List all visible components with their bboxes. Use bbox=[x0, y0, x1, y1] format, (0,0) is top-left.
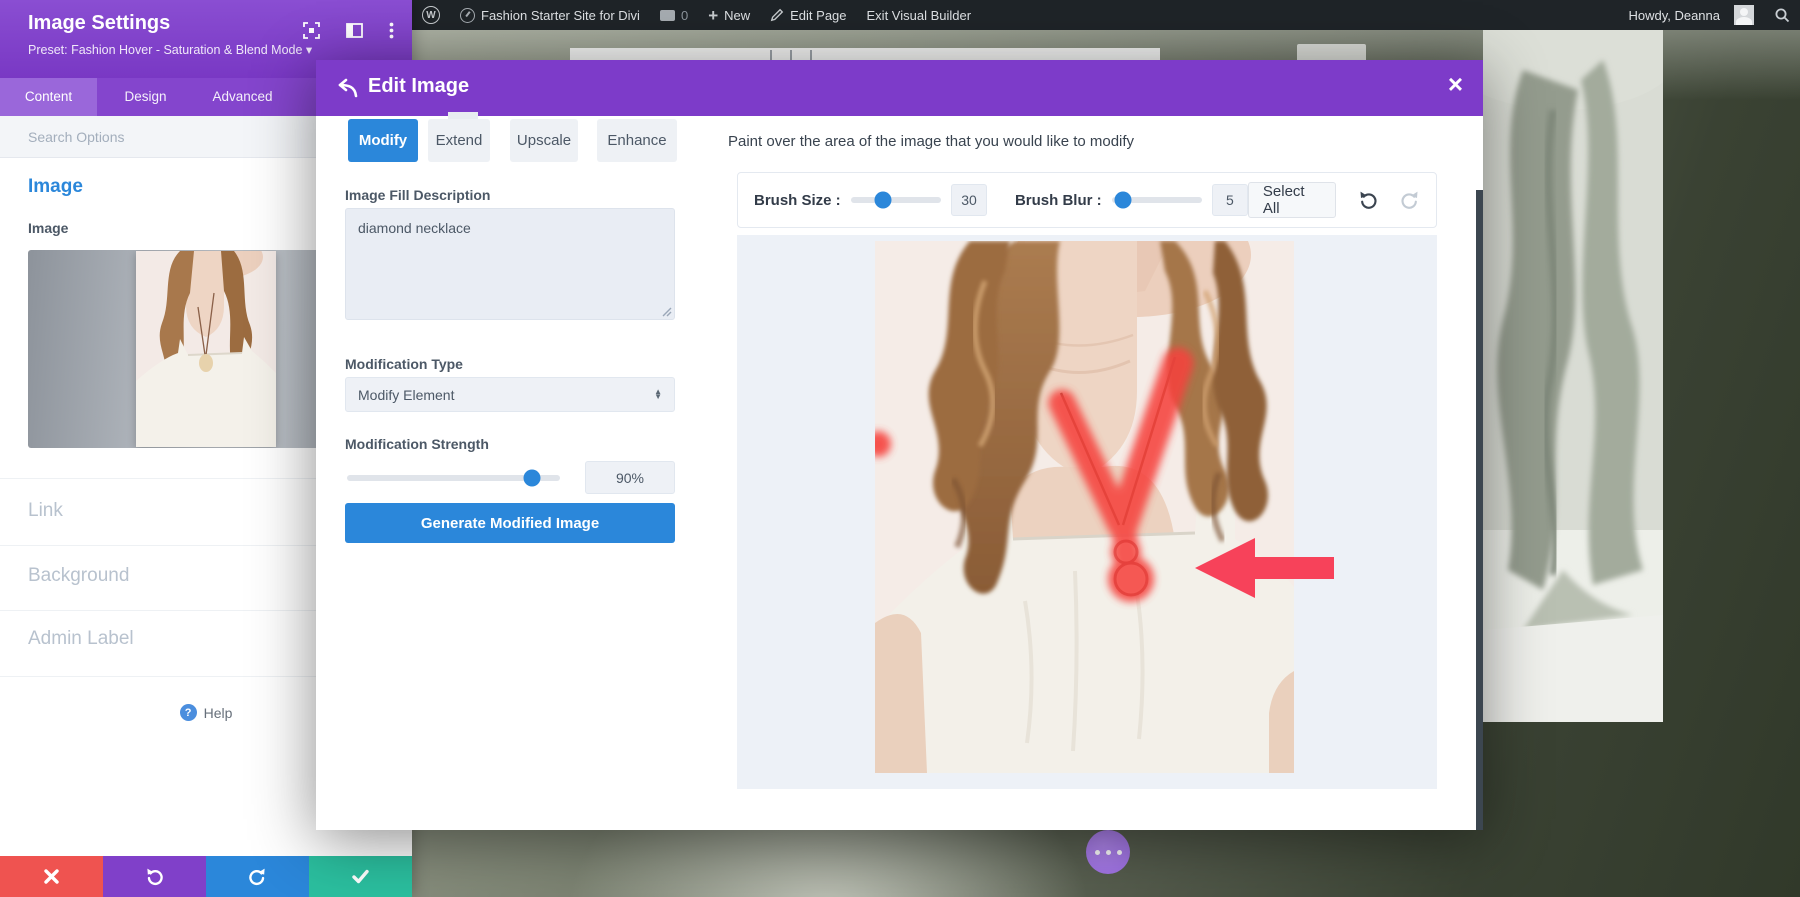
wordpress-menu[interactable]: W bbox=[412, 0, 450, 30]
strength-value-box[interactable]: 90% bbox=[585, 461, 675, 494]
brush-toolbar: Brush Size : 30 Brush Blur : 5 Select Al… bbox=[737, 172, 1437, 228]
section-toggle-admin-label[interactable]: Admin Label bbox=[28, 628, 134, 650]
tab-enhance[interactable]: Enhance bbox=[597, 119, 677, 162]
tab-extend[interactable]: Extend bbox=[428, 119, 490, 162]
wordpress-logo-icon: W bbox=[422, 6, 440, 24]
modal-title: Edit Image bbox=[368, 75, 469, 98]
fill-description-label: Image Fill Description bbox=[345, 187, 490, 203]
paint-redo-button[interactable] bbox=[1400, 190, 1420, 210]
wp-admin-bar: W Fashion Starter Site for Divi 0 New Ed… bbox=[412, 0, 1800, 30]
columns-icon[interactable] bbox=[346, 22, 363, 39]
brush-size-label: Brush Size : bbox=[754, 192, 841, 209]
select-all-button[interactable]: Select All bbox=[1248, 182, 1336, 218]
save-button[interactable] bbox=[309, 856, 412, 897]
close-icon[interactable]: × bbox=[1448, 71, 1463, 97]
image-field-label: Image bbox=[28, 220, 68, 236]
brush-size-value-box[interactable]: 30 bbox=[951, 184, 987, 216]
brush-blur-label: Brush Blur : bbox=[1015, 192, 1102, 209]
undo-button[interactable] bbox=[103, 856, 206, 897]
exit-visual-builder-link[interactable]: Exit Visual Builder bbox=[857, 0, 982, 30]
modal-header: Edit Image × bbox=[316, 60, 1483, 116]
edit-image-modal: Edit Image × Modify Extend Upscale Enhan… bbox=[316, 60, 1483, 830]
redo-button[interactable] bbox=[206, 856, 309, 897]
undo-icon bbox=[145, 867, 164, 886]
new-content-menu[interactable]: New bbox=[698, 0, 760, 30]
comments-count: 0 bbox=[681, 8, 688, 23]
check-icon bbox=[352, 869, 369, 884]
discard-button[interactable] bbox=[0, 856, 103, 897]
redo-icon bbox=[1400, 190, 1420, 210]
brush-blur-value-box[interactable]: 5 bbox=[1212, 184, 1248, 216]
paint-canvas[interactable] bbox=[737, 235, 1437, 789]
pencil-icon bbox=[770, 8, 784, 22]
modification-type-label: Modification Type bbox=[345, 356, 463, 372]
thumbnail-photo bbox=[136, 251, 276, 447]
brush-size-slider-thumb[interactable] bbox=[875, 192, 892, 209]
preset-dropdown[interactable]: Preset: Fashion Hover - Saturation & Ble… bbox=[28, 42, 312, 57]
tab-content[interactable]: Content bbox=[0, 78, 97, 116]
tab-advanced[interactable]: Advanced bbox=[194, 78, 291, 116]
visual-builder-screen: W Fashion Starter Site for Divi 0 New Ed… bbox=[0, 0, 1800, 897]
paint-undo-button[interactable] bbox=[1358, 190, 1378, 210]
strength-slider[interactable] bbox=[347, 475, 560, 481]
generate-modified-image-button[interactable]: Generate Modified Image bbox=[345, 503, 675, 543]
comments-link[interactable]: 0 bbox=[650, 0, 698, 30]
editable-photo[interactable] bbox=[875, 241, 1294, 773]
kebab-menu-icon[interactable] bbox=[389, 22, 394, 39]
edit-page-label: Edit Page bbox=[790, 8, 846, 23]
select-arrows-icon: ▲▼ bbox=[654, 390, 662, 400]
focus-icon[interactable] bbox=[303, 22, 320, 39]
exit-label: Exit Visual Builder bbox=[867, 8, 972, 23]
modification-strength-label: Modification Strength bbox=[345, 436, 489, 452]
selected-option: Modify Element bbox=[358, 387, 454, 403]
new-label: New bbox=[724, 8, 750, 23]
strength-slider-thumb[interactable] bbox=[524, 470, 541, 487]
tab-design[interactable]: Design bbox=[97, 78, 194, 116]
fill-description-field: diamond necklace bbox=[345, 208, 675, 320]
help-label: Help bbox=[204, 705, 233, 721]
resize-handle-icon[interactable] bbox=[662, 307, 672, 317]
background-hero-photo bbox=[1483, 30, 1663, 722]
search-icon bbox=[1774, 7, 1790, 23]
avatar bbox=[1734, 5, 1754, 25]
redo-icon bbox=[248, 867, 267, 886]
panel-footer bbox=[0, 856, 412, 897]
site-name: Fashion Starter Site for Divi bbox=[481, 8, 640, 23]
close-x-icon bbox=[44, 869, 59, 884]
brush-size-slider[interactable] bbox=[851, 197, 941, 203]
howdy-label: Howdy, Deanna bbox=[1628, 8, 1720, 23]
tab-upscale[interactable]: Upscale bbox=[510, 119, 578, 162]
plus-icon bbox=[708, 7, 718, 24]
modal-scrollbar[interactable] bbox=[1476, 190, 1483, 830]
paint-instruction: Paint over the area of the image that yo… bbox=[728, 133, 1134, 150]
more-options-button[interactable] bbox=[1086, 830, 1130, 874]
fill-description-textarea[interactable]: diamond necklace bbox=[346, 209, 674, 319]
account-menu[interactable]: Howdy, Deanna bbox=[1618, 0, 1764, 30]
admin-search-button[interactable] bbox=[1764, 0, 1800, 30]
section-toggle-link[interactable]: Link bbox=[28, 500, 63, 522]
site-link[interactable]: Fashion Starter Site for Divi bbox=[450, 0, 650, 30]
comments-icon bbox=[660, 10, 675, 21]
dashboard-icon bbox=[460, 8, 475, 23]
modification-type-select[interactable]: Modify Element ▲▼ bbox=[345, 377, 675, 412]
brush-blur-slider[interactable] bbox=[1112, 197, 1202, 203]
section-toggle-background[interactable]: Background bbox=[28, 565, 129, 587]
section-heading-image[interactable]: Image bbox=[28, 176, 83, 198]
tab-modify[interactable]: Modify bbox=[348, 119, 418, 162]
panel-title: Image Settings bbox=[28, 12, 170, 35]
back-icon[interactable] bbox=[336, 76, 360, 100]
brush-blur-slider-thumb[interactable] bbox=[1115, 192, 1132, 209]
help-icon bbox=[180, 704, 197, 721]
undo-icon bbox=[1358, 190, 1378, 210]
edit-page-link[interactable]: Edit Page bbox=[760, 0, 856, 30]
